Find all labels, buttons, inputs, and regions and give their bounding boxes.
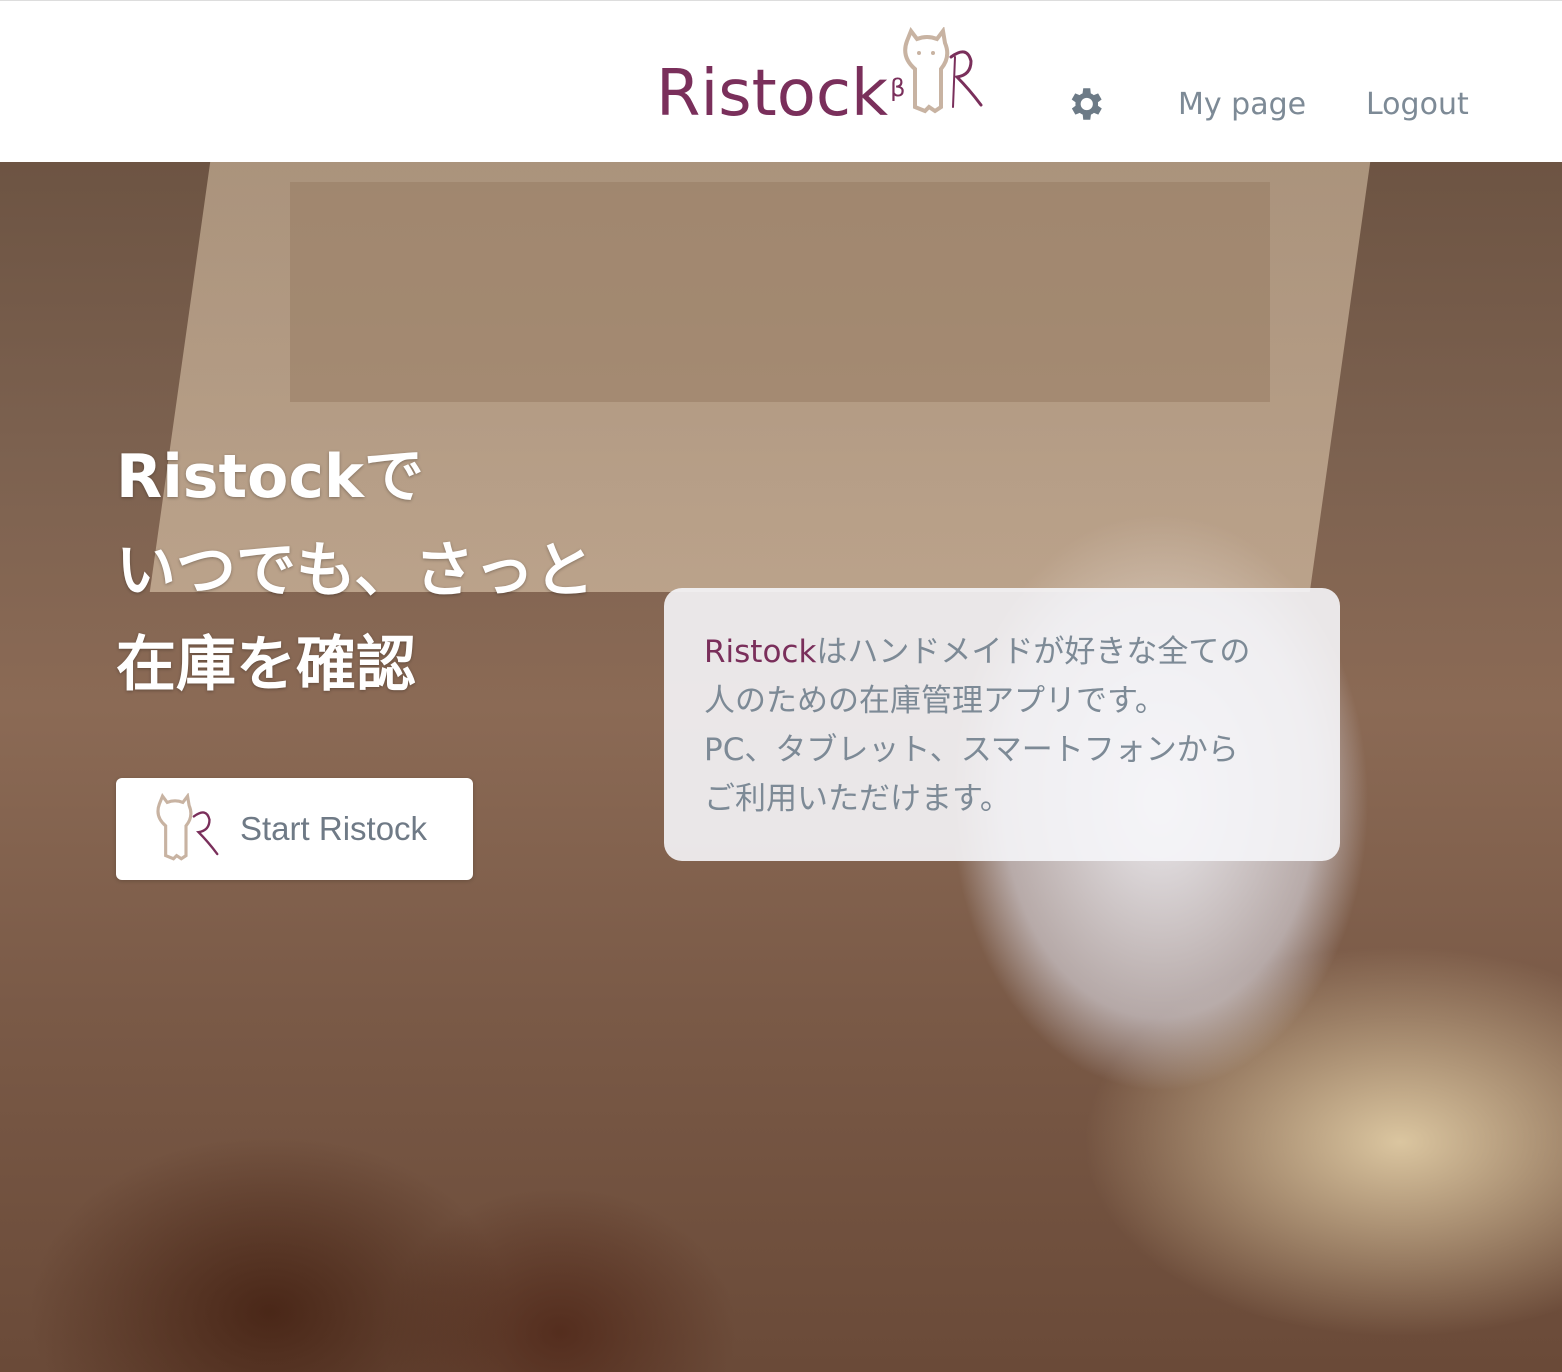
mascot-icon (156, 793, 219, 861)
headline-line: いつでも、さっと (116, 536, 595, 606)
logo[interactable]: Ristock β (656, 53, 905, 129)
header: Ristock β My page Logout (0, 0, 1562, 162)
logo-text: Ristock (656, 57, 889, 131)
start-ristock-button[interactable]: Start Ristock (116, 778, 473, 880)
background-photo-detail (290, 182, 1270, 402)
description-text: はハンドメイドが好きな全ての (816, 634, 1251, 670)
start-button-label: Start Ristock (240, 810, 428, 847)
description-card: Ristockはハンドメイドが好きな全ての 人のための在庫管理アプリです。 PC… (664, 588, 1340, 861)
mascot-logo-icon (903, 27, 983, 114)
hero-section: Ristockで いつでも、さっと 在庫を確認 Start Ristock Ri… (0, 162, 1562, 1372)
gear-icon[interactable] (1064, 83, 1106, 125)
headline-line: 在庫を確認 (116, 630, 416, 700)
logout-link[interactable]: Logout (1366, 87, 1469, 122)
brand-name: Ristock (704, 634, 817, 670)
description-text: ご利用いただけます。 (704, 781, 1011, 817)
headline-line: Ristockで (116, 442, 424, 512)
hero-headline: Ristockで いつでも、さっと 在庫を確認 (116, 430, 594, 712)
description-text: PC、タブレット、スマートフォンから (704, 732, 1239, 768)
my-page-link[interactable]: My page (1178, 87, 1306, 122)
description-text: 人のための在庫管理アプリです。 (704, 683, 1166, 719)
